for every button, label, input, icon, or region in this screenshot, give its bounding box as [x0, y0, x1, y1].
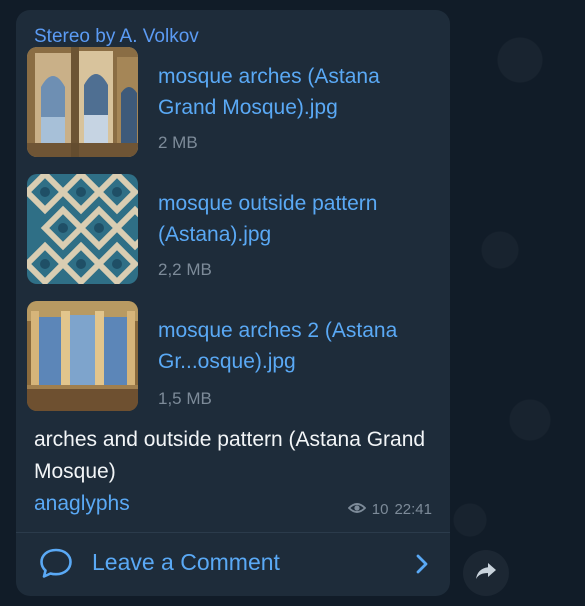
file-size-3: 1,5 MB: [158, 389, 212, 408]
file-size-2: 2,2 MB: [158, 260, 212, 279]
message-caption: arches and outside pattern (Astana Grand…: [34, 428, 426, 483]
file-thumbnail-pattern[interactable]: [27, 174, 138, 284]
file-name-3[interactable]: mosque arches 2 (Astana Gr...osque).jpg: [158, 315, 438, 377]
message-meta: 10 22:41: [347, 501, 432, 518]
leave-comment-button[interactable]: Leave a Comment: [16, 533, 450, 596]
message-bubble[interactable]: Stereo by A. Volkov mosque arches (Astan…: [16, 10, 450, 596]
file-attachment-1[interactable]: mosque arches (Astana Grand Mosque).jpg …: [27, 47, 437, 157]
file-name-2[interactable]: mosque outside pattern (Astana).jpg: [158, 188, 438, 250]
channel-author-name[interactable]: Stereo by A. Volkov: [34, 26, 199, 48]
file-size-1: 2 MB: [158, 133, 198, 152]
share-button[interactable]: [463, 550, 509, 596]
leave-comment-label[interactable]: Leave a Comment: [92, 549, 280, 576]
file-attachment-3[interactable]: mosque arches 2 (Astana Gr...osque).jpg …: [27, 301, 437, 411]
chat-bubble-icon: [39, 547, 73, 584]
view-count: 10: [371, 501, 389, 518]
file-thumbnail-arches[interactable]: [27, 47, 138, 157]
file-attachment-2[interactable]: mosque outside pattern (Astana).jpg 2,2 …: [27, 174, 437, 284]
chevron-right-icon: [416, 554, 428, 579]
file-name-1[interactable]: mosque arches (Astana Grand Mosque).jpg: [158, 61, 438, 123]
file-thumbnail-arches-2[interactable]: [27, 301, 138, 411]
message-time: 22:41: [394, 501, 432, 518]
hashtag-link[interactable]: anaglyphs: [34, 488, 130, 520]
share-arrow-icon: [475, 562, 497, 585]
eye-icon: [347, 501, 367, 518]
